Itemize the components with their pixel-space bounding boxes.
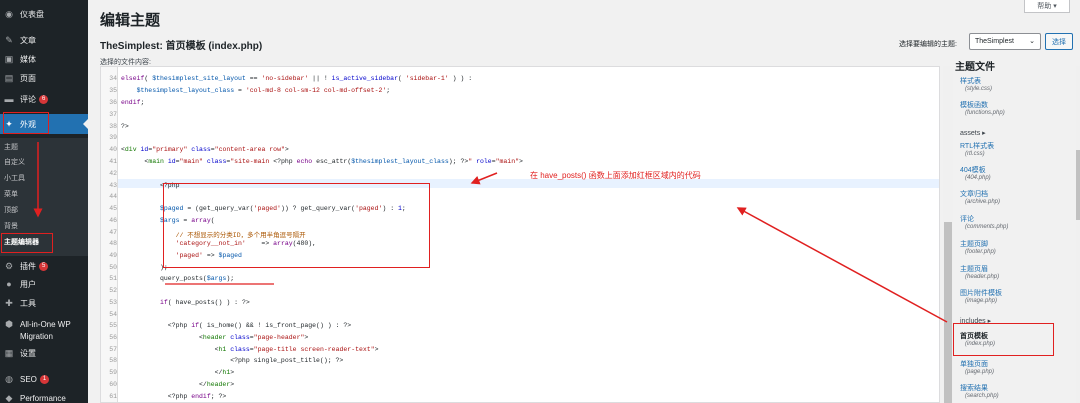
annotation-arrows: [33, 142, 948, 323]
arrow-from-index-file: [736, 207, 948, 323]
arrow-to-code-box: [470, 172, 498, 185]
